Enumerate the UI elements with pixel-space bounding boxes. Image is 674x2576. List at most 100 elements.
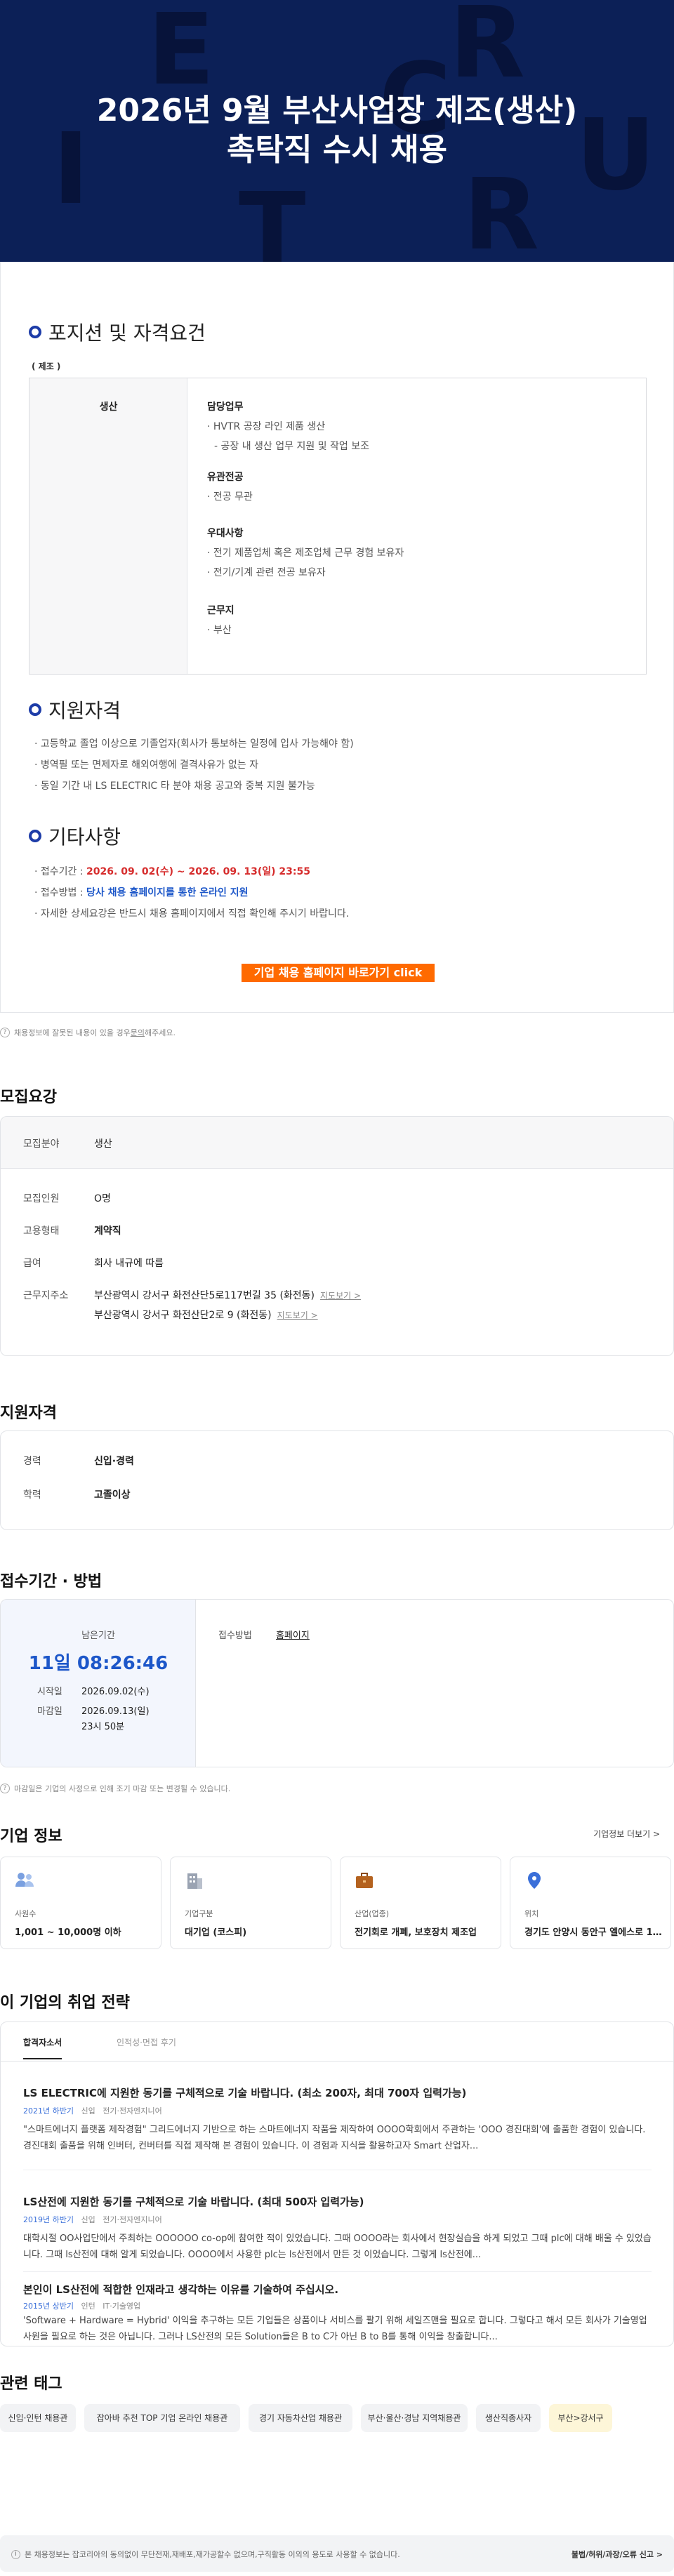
field-value: 생산 [94, 1138, 112, 1150]
report-link[interactable]: 불법/허위/과장/오류 신고 > [571, 2549, 663, 2560]
pref-item: · 전기/기계 관련 전공 보유자 [207, 567, 326, 578]
salary-value: 회사 내규에 따름 [94, 1258, 164, 1269]
ring-bullet-icon [29, 830, 41, 842]
position-table: 생산 담당업무 · HVTR 공장 라인 제품 생산 - 공장 내 생산 업무 … [29, 378, 647, 675]
qualification-heading: 지원자격 [29, 696, 121, 724]
duty-item: - 공장 내 생산 업무 지원 및 작업 보조 [214, 441, 369, 452]
type-label: 고용형태 [23, 1226, 60, 1237]
strategy-answer: 'Software + Hardware = Hybrid' 이익을 추구하는 … [23, 2316, 647, 2342]
strategy-question[interactable]: LS산전에 지원한 동기를 구체적으로 기술 바랍니다. (최대 500자 입력… [23, 2194, 364, 2209]
requirements-heading: 지원자격 [0, 1405, 57, 1422]
tab-cover-letter[interactable]: 합격자소서 [23, 2036, 62, 2059]
period-line: · 접수기간 : 2026. 09. 02(수) ~ 2026. 09. 13(… [34, 866, 310, 877]
info-card-industry: 산업(업종) 전기회로 개폐, 보호장치 제조업 [340, 1857, 501, 1949]
count-label: 모집인원 [23, 1193, 60, 1204]
strategy-heading: 이 기업의 취업 전략 [0, 1994, 130, 2012]
info-label: 사원수 [15, 1909, 37, 1918]
info-value: 대기업 (코스피) [185, 1927, 247, 1938]
method-line: · 접수방법 : 당사 채용 홈페이지를 통한 온라인 지원 [34, 887, 249, 898]
info-label: 기업구분 [185, 1909, 213, 1918]
tag-chip[interactable]: 부산>강서구 [549, 2404, 612, 2432]
qualification-item: · 고등학교 졸업 이상으로 기졸업자(회사가 통보하는 일정에 입사 가능해야… [34, 738, 354, 750]
hero-bg-letter: R [449, 0, 525, 100]
strategy-question[interactable]: 본인이 LS산전에 적합한 인재라고 생각하는 이유를 기술하여 주십시오. [23, 2282, 338, 2297]
type-value: 계약직 [94, 1226, 121, 1237]
hero-banner: E R C I U T R 2026년 9월 부산사업장 제조(생산) 촉탁직 수… [0, 0, 674, 262]
company-heading: 기업 정보 [0, 1828, 62, 1845]
countdown: 11일 08:26:46 [28, 1653, 168, 1674]
hero-bg-letter: R [463, 158, 539, 262]
footer-notice: i본 채용정보는 잡코리아의 동의없이 무단전재,재배포,재가공할수 없으며,구… [11, 2549, 400, 2560]
end-label: 마감일 [37, 1706, 62, 1717]
pref-item: · 전기 제품업체 혹은 제조업체 근무 경험 보유자 [207, 547, 404, 559]
field-label: 모집분야 [23, 1138, 60, 1150]
pin-icon [528, 1872, 541, 1889]
summary-box: 모집분야 생산 모집인원 O명 고용형태 계약직 급여 회사 내규에 따름 근무… [0, 1116, 674, 1356]
qualification-item: · 동일 기간 내 LS ELECTRIC 타 분야 채용 공고와 중복 지원 … [34, 781, 315, 792]
info-card-location: 위치 경기도 안양시 동안구 엘에스로 127 [510, 1857, 671, 1949]
strategy-answer: 대학시절 OO사업단에서 주최하는 OOOOOO co-op에 참여한 적이 있… [23, 2233, 652, 2260]
experience-label: 경력 [23, 1456, 41, 1467]
tag-chip[interactable]: 생산직종사자 [476, 2404, 541, 2432]
deadline-note: ? 마감일은 기업의 사정으로 인해 조기 마감 또는 변경될 수 있습니다. [0, 1783, 230, 1794]
location-title: 근무지 [207, 605, 234, 616]
pref-title: 우대사항 [207, 528, 244, 539]
location-item: · 부산 [207, 625, 232, 636]
strategy-meta: 2015년 상반기 인턴 IT·기술영업 [23, 2302, 141, 2311]
experience-value: 신입·경력 [94, 1456, 134, 1467]
company-homepage-button[interactable]: 기업 채용 홈페이지 바로가기 click [242, 964, 435, 982]
info-label: 위치 [524, 1909, 539, 1918]
major-item: · 전공 무관 [207, 491, 253, 503]
apply-heading: 접수기간 · 방법 [0, 1573, 103, 1591]
strategy-meta: 2021년 하반기 신입 전기·전자엔지니어 [23, 2106, 162, 2116]
info-card-employees: 사원수 1,001 ~ 10,000명 이하 [0, 1857, 161, 1949]
homepage-link[interactable]: 홈페이지 [276, 1628, 310, 1641]
education-value: 고졸이상 [94, 1489, 131, 1501]
apply-method-label: 접수방법 [218, 1631, 252, 1641]
detail-line: · 자세한 상세요강은 반드시 채용 홈페이지에서 직접 확인해 주시기 바랍니… [34, 908, 350, 919]
etc-heading: 기타사항 [29, 822, 121, 850]
question-icon: ? [0, 1028, 10, 1037]
info-icon: i [11, 2549, 20, 2559]
duty-title: 담당업무 [207, 401, 244, 413]
ring-bullet-icon [29, 326, 41, 338]
footer-bar: i본 채용정보는 잡코리아의 동의없이 무단전재,재배포,재가공할수 없으며,구… [0, 2535, 674, 2572]
inquiry-link[interactable]: 문의 [131, 1027, 145, 1038]
building-icon [187, 1873, 202, 1889]
qualification-item: · 병역필 또는 면제자로 해외여행에 결격사유가 없는 자 [34, 759, 258, 771]
map-link[interactable]: 지도보기 > [320, 1291, 361, 1301]
position-group: ( 제조 ) [32, 361, 61, 371]
strategy-question[interactable]: LS ELECTRIC에 지원한 동기를 구체적으로 기술 바랍니다. (최소 … [23, 2085, 466, 2100]
strategy-box: 합격자소서 인적성·면접 후기 LS ELECTRIC에 지원한 동기를 구체적… [0, 2021, 674, 2346]
start-value: 2026.09.02(수) [81, 1687, 150, 1697]
tags-heading: 관련 태그 [0, 2375, 62, 2393]
tag-chip[interactable]: 신입·인턴 채용관 [0, 2404, 76, 2432]
start-label: 시작일 [37, 1687, 62, 1697]
summary-heading: 모집요강 [0, 1089, 57, 1106]
company-more-link[interactable]: 기업정보 더보기 > [593, 1828, 660, 1840]
remain-label: 남은기간 [81, 1631, 115, 1641]
end-value: 2026.09.13(일) [81, 1706, 150, 1717]
education-label: 학력 [23, 1489, 41, 1501]
map-link[interactable]: 지도보기 > [277, 1310, 318, 1320]
address-label: 근무지주소 [23, 1290, 69, 1301]
tag-chip[interactable]: 잡아바 추천 TOP 기업 온라인 채용관 [84, 2404, 240, 2432]
address-line: 부산광역시 강서구 화전산단2로 9 (화전동) 지도보기 > [94, 1310, 318, 1321]
tab-interview-review[interactable]: 인적성·면접 후기 [117, 2036, 176, 2048]
major-title: 유관전공 [207, 472, 244, 483]
page-title: 2026년 9월 부산사업장 제조(생산) 촉탁직 수시 채용 [96, 93, 578, 168]
info-value: 경기도 안양시 동안구 엘에스로 127 [524, 1927, 665, 1938]
strategy-answer: "스마트에너지 플랫폼 제작경험" 그리드에너지 기반으로 하는 스마트에너지 … [23, 2125, 646, 2151]
tag-chip[interactable]: 경기 자동차산업 채용관 [249, 2404, 352, 2432]
report-note: ? 채용정보에 잘못된 내용이 있을 경우 문의 해주세요. [0, 1027, 176, 1038]
info-label: 산업(업종) [355, 1909, 390, 1918]
count-value: O명 [94, 1193, 111, 1204]
job-detail-card: 포지션 및 자격요건 ( 제조 ) 생산 담당업무 · HVTR 공장 라인 제… [0, 262, 674, 1013]
briefcase-icon [356, 1873, 373, 1888]
people-icon [15, 1873, 34, 1887]
strategy-meta: 2019년 하반기 신입 전기·전자엔지니어 [23, 2215, 162, 2224]
tag-chip[interactable]: 부산·울산·경남 지역채용관 [361, 2404, 468, 2432]
duty-item: · HVTR 공장 라인 제품 생산 [207, 421, 326, 432]
info-value: 전기회로 개폐, 보호장치 제조업 [355, 1927, 477, 1938]
position-heading: 포지션 및 자격요건 [29, 318, 206, 346]
